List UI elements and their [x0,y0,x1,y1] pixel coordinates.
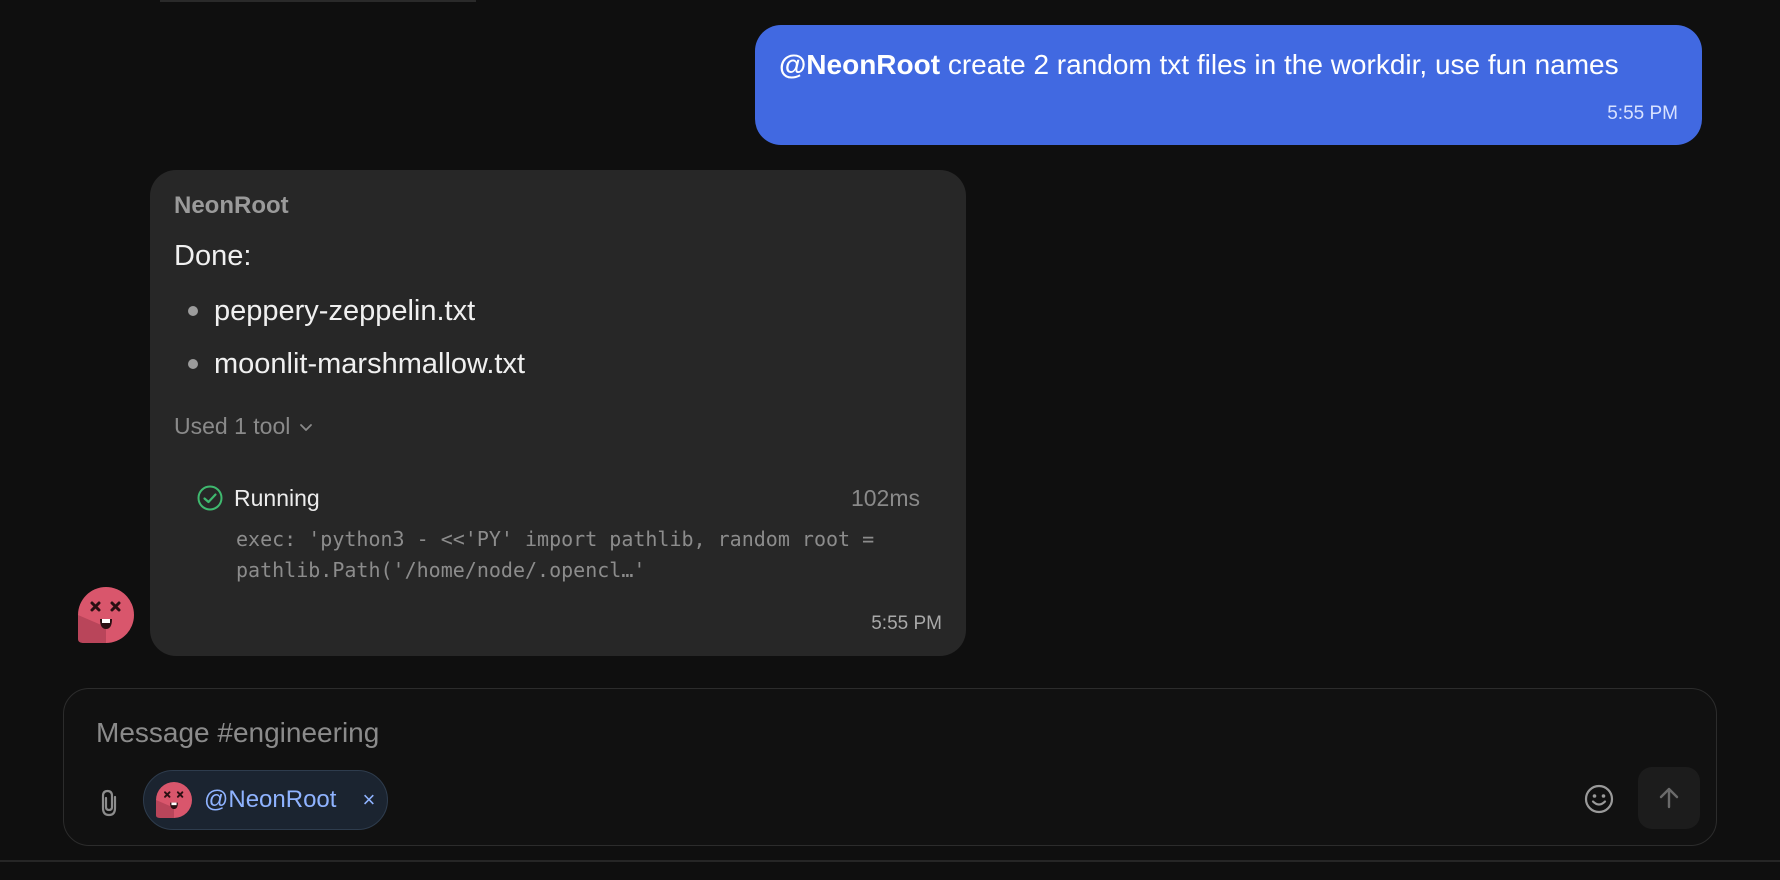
dizzy-face-avatar-icon [78,587,134,643]
bullet-icon [188,306,198,316]
user-message-body: create 2 random txt files in the workdir… [940,49,1619,80]
check-circle-icon [197,485,223,511]
user-message-bubble: @NeonRoot create 2 random txt files in t… [755,25,1702,145]
tool-status: Running [234,484,320,511]
file-list: peppery-zeppelin.txt moonlit-marshmallow… [174,293,942,399]
bot-message-bubble: NeonRoot Done: peppery-zeppelin.txt moon… [150,170,966,656]
dizzy-face-avatar-icon [156,782,192,818]
list-item: peppery-zeppelin.txt [174,293,942,346]
user-message-mention[interactable]: @NeonRoot [779,49,940,80]
previous-content-edge [160,0,476,2]
bullet-icon [188,359,198,369]
tool-duration: 102ms [850,484,920,511]
bot-avatar[interactable] [78,587,134,643]
tool-command: exec: 'python3 - <<'PY' import pathlib, … [236,527,875,582]
paperclip-icon [101,789,117,817]
tools-summary-label: Used 1 tool [174,413,291,439]
arrow-up-icon [1659,787,1679,809]
tool-call[interactable]: Running 102ms exec: 'python3 - <<'PY' im… [196,484,920,586]
bot-message-intro: Done: [174,240,252,272]
list-item: moonlit-marshmallow.txt [174,346,942,399]
attach-button[interactable] [92,785,128,821]
bottom-divider [0,860,1780,862]
mention-chip[interactable]: @NeonRoot × [143,770,388,830]
user-message-timestamp: 5:55 PM [1607,103,1678,124]
file-name: moonlit-marshmallow.txt [214,348,526,380]
file-name: peppery-zeppelin.txt [214,295,476,327]
remove-mention-button[interactable]: × [362,787,375,813]
user-message-text: @NeonRoot create 2 random txt files in t… [779,48,1678,82]
message-composer: @NeonRoot × [63,688,1717,846]
send-button[interactable] [1638,767,1700,829]
smiley-icon [1584,784,1614,814]
bot-name[interactable]: NeonRoot [174,192,942,220]
emoji-button[interactable] [1581,781,1617,817]
chevron-down-icon [300,423,313,431]
bot-message-timestamp: 5:55 PM [871,613,942,634]
mention-chip-label: @NeonRoot [204,786,337,813]
tools-summary-toggle[interactable]: Used 1 tool [174,413,942,440]
message-input[interactable] [96,717,1396,749]
